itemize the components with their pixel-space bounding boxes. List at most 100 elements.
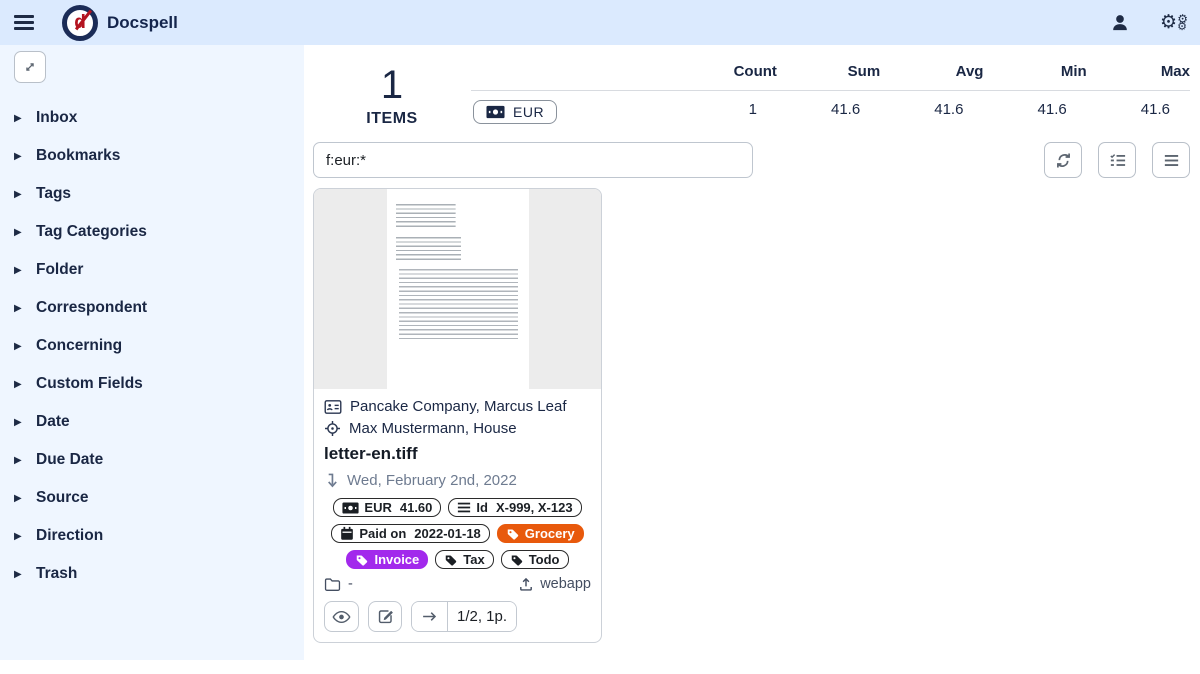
tag-label: Grocery (525, 526, 575, 541)
tag-badge-tax: Tax (435, 550, 493, 569)
menu-icon[interactable] (14, 15, 34, 30)
paid-on-badge: Paid on 2022-01-18 (331, 524, 489, 543)
sidebar-item-folder[interactable]: ▶Folder (14, 251, 304, 289)
sidebar-item-custom-fields[interactable]: ▶Custom Fields (14, 365, 304, 403)
stat-max-value: 41.6 (1087, 91, 1190, 125)
attachment-pages[interactable]: 1/2, 1p. (447, 602, 516, 631)
col-avg: Avg (880, 57, 983, 91)
arrow-down-icon (324, 472, 339, 489)
open-item-button[interactable] (412, 602, 447, 631)
topbar-actions: ⚙⚙⚙ (1110, 12, 1186, 34)
tag-label: Tax (463, 552, 484, 567)
caret-right-icon: ▶ (14, 417, 36, 428)
item-name[interactable]: letter-en.tiff (324, 444, 591, 464)
calendar-icon (340, 526, 354, 541)
col-max: Max (1087, 57, 1190, 91)
amount-badge: EUR 41.60 (333, 498, 441, 517)
caret-right-icon: ▶ (14, 379, 36, 390)
id-value: X-999, X-123 (496, 500, 573, 515)
eye-icon (332, 609, 351, 625)
folder-value: - (348, 576, 353, 592)
expand-icon (22, 59, 38, 75)
tasks-view-button[interactable] (1098, 142, 1136, 178)
topbar: d Docspell ⚙⚙⚙ (0, 0, 1200, 45)
col-count: Count (686, 57, 777, 91)
goto-pages-group[interactable]: 1/2, 1p. (411, 601, 517, 632)
money-bill-icon (342, 502, 359, 514)
field-badges-row-1: EUR 41.60 Id X-999, X-123 (324, 498, 591, 517)
expand-sidebar-button[interactable] (14, 51, 46, 83)
user-icon[interactable] (1110, 13, 1130, 33)
card-actions: 1/2, 1p. (324, 601, 591, 632)
caret-right-icon: ▶ (14, 113, 36, 124)
refresh-icon (1054, 151, 1073, 170)
sidebar-item-correspondent[interactable]: ▶Correspondent (14, 289, 304, 327)
arrow-right-icon (421, 609, 438, 624)
amount-label: EUR (364, 500, 391, 515)
docspell-logo[interactable]: d (62, 5, 98, 41)
item-date-row: Wed, February 2nd, 2022 (324, 472, 591, 489)
caret-right-icon: ▶ (14, 455, 36, 466)
menu-view-button[interactable] (1152, 142, 1190, 178)
document-thumbnail[interactable] (314, 189, 601, 389)
item-meta-footer: - webapp (324, 576, 591, 592)
tasks-icon (1108, 151, 1127, 170)
item-card: Pancake Company, Marcus Leaf Max Musterm… (313, 188, 602, 643)
sidebar-item-trash[interactable]: ▶Trash (14, 555, 304, 593)
upload-icon (518, 576, 534, 592)
correspondent: Pancake Company, Marcus Leaf (350, 398, 567, 415)
tag-badges-row: Invoice Tax Todo (324, 550, 591, 569)
caret-right-icon: ▶ (14, 303, 36, 314)
sidebar-item-inbox[interactable]: ▶Inbox (14, 99, 304, 137)
crosshairs-icon (324, 420, 341, 437)
caret-right-icon: ▶ (14, 493, 36, 504)
correspondent-row: Pancake Company, Marcus Leaf (324, 398, 591, 415)
content-area: ▶Inbox ▶Bookmarks ▶Tags ▶Tag Categories … (0, 45, 1200, 660)
paid-on-value: 2022-01-18 (414, 526, 481, 541)
caret-right-icon: ▶ (14, 569, 36, 580)
stat-avg-value: 41.6 (880, 91, 983, 125)
stat-count-value: 1 (686, 91, 777, 125)
sidebar-item-tags[interactable]: ▶Tags (14, 175, 304, 213)
item-count-block: 1 ITEMS (313, 57, 471, 128)
sidebar-item-tag-categories[interactable]: ▶Tag Categories (14, 213, 304, 251)
paid-on-label: Paid on (359, 526, 406, 541)
address-card-icon (324, 399, 342, 415)
tag-icon (506, 527, 520, 541)
app-title[interactable]: Docspell (107, 13, 178, 33)
id-label: Id (476, 500, 488, 515)
sidebar-item-source[interactable]: ▶Source (14, 479, 304, 517)
main-panel: 1 ITEMS Count Sum Avg Min Max (304, 45, 1200, 660)
search-input[interactable] (313, 142, 753, 178)
stats-section: 1 ITEMS Count Sum Avg Min Max (313, 57, 1190, 128)
sidebar-item-direction[interactable]: ▶Direction (14, 517, 304, 555)
edit-button[interactable] (368, 601, 402, 632)
caret-right-icon: ▶ (14, 227, 36, 238)
summary-row-eur: EUR 1 41.6 41.6 41.6 41.6 (471, 91, 1190, 125)
list-toolbar (1044, 142, 1190, 178)
caret-right-icon: ▶ (14, 341, 36, 352)
preview-button[interactable] (324, 601, 359, 632)
caret-right-icon: ▶ (14, 189, 36, 200)
sidebar: ▶Inbox ▶Bookmarks ▶Tags ▶Tag Categories … (0, 45, 304, 660)
sidebar-item-concerning[interactable]: ▶Concerning (14, 327, 304, 365)
summary-header-row: Count Sum Avg Min Max (471, 57, 1190, 91)
item-count-label: ITEMS (313, 110, 471, 128)
sidebar-item-due-date[interactable]: ▶Due Date (14, 441, 304, 479)
caret-right-icon: ▶ (14, 265, 36, 276)
source-info: webapp (518, 576, 591, 592)
sidebar-item-date[interactable]: ▶Date (14, 403, 304, 441)
currency-label: EUR (513, 104, 544, 120)
cogs-icon[interactable]: ⚙⚙⚙ (1160, 12, 1186, 34)
amount-value: 41.60 (400, 500, 433, 515)
edit-icon (377, 608, 394, 625)
item-card-body: Pancake Company, Marcus Leaf Max Musterm… (314, 389, 601, 642)
stat-sum-value: 41.6 (777, 91, 880, 125)
item-count: 1 (313, 65, 471, 105)
col-sum: Sum (777, 57, 880, 91)
search-row (313, 142, 1190, 178)
list-icon (457, 501, 471, 514)
sidebar-item-bookmarks[interactable]: ▶Bookmarks (14, 137, 304, 175)
refresh-button[interactable] (1044, 142, 1082, 178)
source-value: webapp (540, 576, 591, 592)
